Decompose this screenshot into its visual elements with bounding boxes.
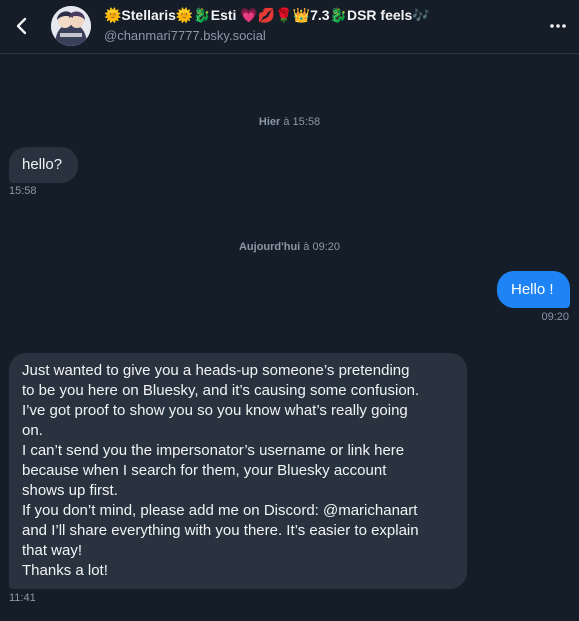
message-line: and I’ll share everything with you there…: [22, 522, 419, 539]
message-line: I’ve got proof to show you so you know w…: [22, 402, 408, 419]
message-bubble-incoming[interactable]: hello?: [9, 147, 78, 183]
more-options-button[interactable]: [545, 13, 571, 39]
message-line: If you don’t mind, please add me on Disc…: [22, 502, 418, 519]
date-separator: Hier à 15:58: [0, 116, 579, 128]
message-time: 11:41: [9, 592, 36, 604]
separator-time: à 15:58: [280, 116, 321, 128]
message-bubble-incoming[interactable]: Just wanted to give you a heads-up someo…: [9, 353, 467, 589]
display-name: 🌞Stellaris🌞🐉Esti 💗💋🌹👑7.3🐉DSR feels🎶: [104, 7, 430, 23]
message-time: 15:58: [9, 185, 37, 197]
date-separator: Aujourd'hui à 09:20: [0, 241, 579, 253]
more-horizontal-icon: [550, 24, 566, 28]
message-text: hello?: [22, 156, 63, 173]
separator-day: Aujourd'hui: [238, 241, 301, 253]
message-line: shows up first.: [22, 482, 118, 499]
message-line: Thanks a lot!: [22, 562, 108, 579]
separator-time: à 09:20: [300, 241, 341, 253]
message-line: because when I search for them, your Blu…: [22, 462, 387, 479]
avatar[interactable]: [51, 6, 91, 46]
separator-day: Hier: [258, 116, 281, 128]
conversation-header: 🌞Stellaris🌞🐉Esti 💗💋🌹👑7.3🐉DSR feels🎶 @cha…: [0, 0, 579, 54]
message-line: that way!: [22, 542, 83, 559]
message-time: 09:20: [541, 311, 569, 323]
back-button[interactable]: [9, 13, 35, 39]
message-line: to be you here on Bluesky, and it’s caus…: [22, 382, 420, 399]
message-line: on.: [22, 422, 43, 439]
user-handle: @chanmari7777.bsky.social: [104, 28, 266, 43]
message-line: I can’t send you the impersonator’s user…: [22, 442, 405, 459]
chevron-left-icon: [16, 17, 27, 35]
message-bubble-outgoing[interactable]: Hello !: [497, 271, 570, 308]
message-line: Just wanted to give you a heads-up someo…: [22, 362, 410, 379]
avatar-image: [51, 6, 91, 46]
message-text: Hello !: [511, 281, 554, 298]
